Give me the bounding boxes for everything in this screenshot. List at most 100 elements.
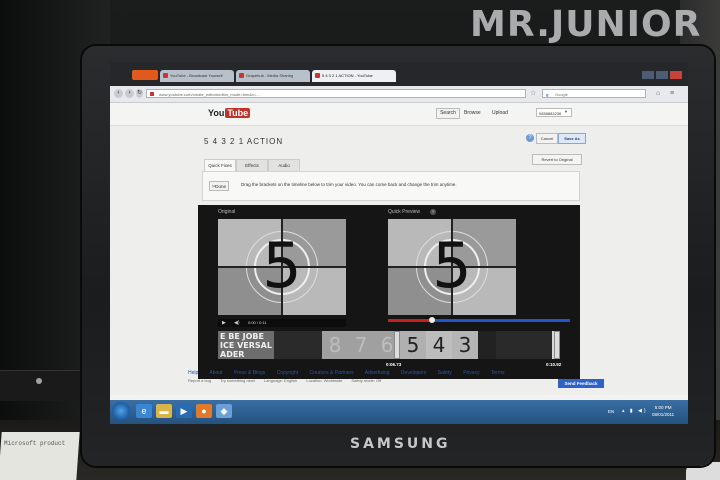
footer-link[interactable]: Terms (491, 370, 505, 376)
help-icon[interactable]: ? (526, 134, 534, 142)
thumb-text-line: E BE JOBE (220, 332, 264, 341)
minimize-icon[interactable] (642, 71, 654, 79)
timeline-thumbnail: 7 (348, 331, 374, 359)
footer-meta: Report a bug Try something new! Language… (188, 378, 389, 383)
chevron-down-icon[interactable]: ▼ (564, 109, 568, 114)
favicon-icon (163, 73, 168, 78)
trim-end-time: 0:10.92 (546, 362, 562, 367)
clock[interactable]: 5:00 PM 08/01/2011 (652, 404, 674, 418)
volume-icon[interactable]: ◀) (234, 320, 240, 326)
trim-start-time: 0:06.73 (386, 362, 402, 367)
browser-search-field[interactable]: g Google (542, 89, 646, 98)
footer-link[interactable]: Press & Blogs (234, 370, 265, 376)
preview-video-frame[interactable]: 5 (388, 219, 516, 315)
footer-link[interactable]: About (209, 370, 222, 376)
search-button[interactable]: Search (436, 108, 460, 119)
clock-date: 08/01/2011 (652, 412, 675, 417)
timeline-thumbnail: 4 (426, 331, 452, 359)
cancel-button[interactable]: Cancel (536, 133, 558, 144)
browser-nav-bar: ‹ › ↻ www.youtube.com/create_editor#edit… (110, 86, 688, 103)
network-app-icon[interactable]: ◆ (216, 404, 232, 418)
timeline-thumbnail: 8 (322, 331, 348, 359)
site-identity-icon (150, 92, 154, 96)
logo-you: You (208, 108, 225, 118)
preview-scrubber-handle[interactable] (429, 317, 435, 323)
footer-link[interactable]: Safety (438, 370, 452, 376)
trim-timeline[interactable]: E BE JOBE ICE VERSAL ADER 8 7 6 5 4 3 (218, 331, 560, 359)
url-text: www.youtube.com/create_editor#editor_mod… (159, 92, 260, 97)
scissors-icon: ✂ (212, 184, 217, 190)
logo-tube: Tube (225, 108, 251, 118)
media-player-icon[interactable]: ▶ (176, 404, 192, 418)
home-icon[interactable]: ⌂ (656, 89, 660, 98)
close-icon[interactable] (670, 71, 682, 79)
trim-start-bracket[interactable] (394, 331, 400, 359)
router-device (0, 370, 82, 401)
footer-meta-item[interactable]: Report a bug (188, 378, 211, 383)
forward-icon[interactable]: › (125, 89, 134, 98)
router-led (36, 378, 42, 384)
footer-meta-item[interactable]: Try something new! (220, 378, 255, 383)
footer-meta-item[interactable]: Location: Worldwide (306, 378, 342, 383)
window-controls (640, 66, 682, 79)
ie-icon[interactable]: e (136, 404, 152, 418)
done-button[interactable]: ✂ Done (209, 181, 229, 191)
firefox-icon[interactable]: ● (196, 404, 212, 418)
address-bar[interactable]: www.youtube.com/create_editor#editor_mod… (146, 89, 526, 98)
timeline-gap (478, 331, 496, 359)
original-player-controls: ▶ ◀) 0:00 / 0:11 (218, 319, 346, 327)
footer-meta-item[interactable]: Language: English (264, 378, 297, 383)
footer-link[interactable]: Developers (401, 370, 426, 376)
done-label: Done (215, 184, 226, 189)
countdown-digit: 5 (432, 229, 472, 302)
original-label: Original (218, 209, 236, 215)
quick-fixes-panel: ✂ Done Drag the brackets on the timeline… (202, 171, 580, 201)
reload-icon[interactable]: ↻ (136, 89, 143, 98)
timeline-thumbnail: 5 (400, 331, 426, 359)
footer-link[interactable]: Privacy (463, 370, 479, 376)
explorer-icon[interactable]: ▬ (156, 404, 172, 418)
browser-tab[interactable]: Grapehub - Media Sharing (236, 70, 310, 82)
quick-preview-label: Quick Preview (388, 209, 420, 215)
footer-link[interactable]: Creators & Partners (309, 370, 353, 376)
footer-link[interactable]: Advertising (365, 370, 390, 376)
countdown-digit: 5 (262, 229, 302, 302)
maximize-icon[interactable] (656, 71, 668, 79)
search-placeholder: Google (555, 92, 568, 97)
play-icon[interactable]: ▶ (222, 320, 226, 326)
tab-label: Grapehub - Media Sharing (246, 73, 294, 78)
video-title: 5 4 3 2 1 ACTION (204, 137, 284, 146)
youtube-logo[interactable]: You Tube (208, 107, 251, 119)
player-time: 0:00 / 0:11 (248, 320, 267, 325)
footer-meta-item[interactable]: Safety mode: Off (351, 378, 381, 383)
info-icon[interactable]: ? (430, 209, 436, 215)
windows-taskbar: e ▬ ▶ ● ◆ EN ▴ ▮ ◀) 5:00 PM 08/01/2011 (110, 400, 688, 424)
monitor-brand: SAMSUNG (350, 436, 451, 452)
tray-icons[interactable]: ▴ ▮ ◀) (622, 408, 648, 414)
footer-link[interactable]: Help (188, 370, 198, 376)
youtube-header: You Tube Search Browse Upload 0858883236 … (110, 103, 688, 126)
menu-icon[interactable]: ≡ (670, 89, 674, 98)
footer-link[interactable]: Copyright (277, 370, 298, 376)
firefox-menu-button[interactable] (132, 70, 158, 80)
browser-tab-bar: YouTube - Broadcast Yourself Grapehub - … (110, 62, 688, 86)
start-button[interactable] (112, 402, 130, 420)
back-icon[interactable]: ‹ (114, 89, 123, 98)
browser-tab-active[interactable]: 5 4 3 2 1 ACTION - YouTube (312, 70, 396, 82)
timeline-gap (278, 331, 322, 359)
bookmark-star-icon[interactable]: ☆ (530, 89, 536, 98)
favicon-icon (239, 73, 244, 78)
thumb-text-line: ICE VERSAL (220, 341, 272, 350)
browse-link[interactable]: Browse (464, 109, 481, 117)
youtube-editor-page: You Tube Search Browse Upload 0858883236 … (110, 103, 688, 395)
send-feedback-button[interactable]: Send Feedback (558, 379, 604, 388)
tab-label: 5 4 3 2 1 ACTION - YouTube (322, 73, 373, 78)
screen: YouTube - Broadcast Yourself Grapehub - … (110, 62, 688, 424)
browser-tab[interactable]: YouTube - Broadcast Yourself (160, 70, 234, 82)
language-indicator[interactable]: EN (608, 409, 614, 414)
save-as-button[interactable]: Save As (558, 133, 586, 144)
trim-end-bracket[interactable] (554, 331, 560, 359)
original-video-frame[interactable]: 5 (218, 219, 346, 315)
upload-link[interactable]: Upload (492, 109, 508, 117)
revert-to-original-button[interactable]: Revert to Original (532, 154, 582, 165)
